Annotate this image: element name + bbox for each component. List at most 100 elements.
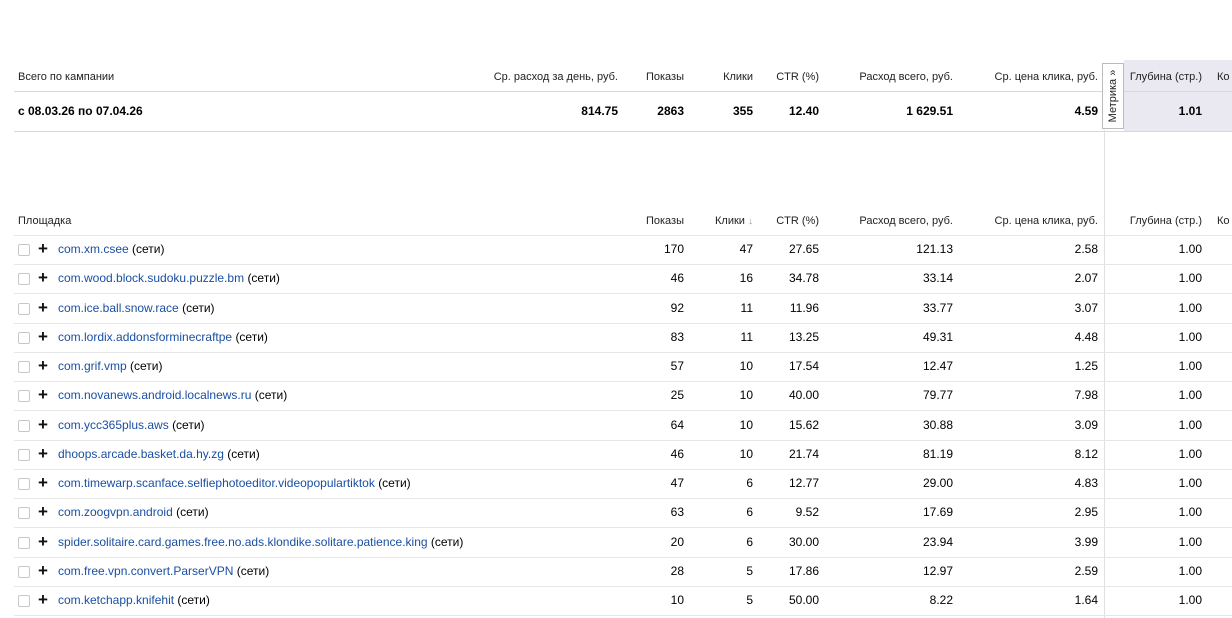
- summary-avg-cpc: 4.59: [1074, 104, 1098, 118]
- plus-icon[interactable]: +: [38, 385, 48, 405]
- row-checkbox[interactable]: [18, 390, 30, 403]
- network-suffix: (сети): [227, 446, 260, 461]
- cell-ctr: 15.62: [788, 417, 819, 432]
- summary-header-divider: [14, 91, 1232, 92]
- plus-icon[interactable]: +: [38, 415, 48, 435]
- network-suffix: (сети): [236, 563, 270, 578]
- metrika-toggle-button[interactable]: Метрика »: [1102, 63, 1124, 129]
- placement-link[interactable]: com.ycc365plus.aws: [58, 418, 169, 432]
- header-clicks-sorted[interactable]: Клики ↓: [715, 215, 753, 227]
- cell-clicks: 10: [739, 359, 753, 373]
- placement-link[interactable]: com.ice.ball.snow.race: [58, 301, 179, 315]
- network-suffix: (сети): [176, 505, 209, 520]
- header-ctr[interactable]: CTR (%): [776, 215, 819, 227]
- cell-total-spend: 12.47: [922, 359, 953, 373]
- cell-total-spend: 33.77: [922, 300, 953, 315]
- table-row: + com.lordix.addonsforminecraftpe (сети) 8…: [0, 323, 1232, 353]
- placement-link[interactable]: com.lordix.addonsforminecraftpe: [58, 330, 232, 344]
- placement-link[interactable]: com.timewarp.scanface.selfiephotoeditor.…: [58, 476, 375, 490]
- cell-depth: 1.00: [1178, 534, 1202, 549]
- row-checkbox[interactable]: [18, 448, 30, 461]
- table-row: + spider.solitaire.card.games.free.no.ads…: [0, 528, 1232, 558]
- plus-icon[interactable]: +: [38, 298, 48, 318]
- summary-header-avg-daily[interactable]: Ср. расход за день, руб.: [494, 71, 618, 83]
- plus-icon[interactable]: +: [38, 502, 48, 522]
- table-row: + com.ycc365plus.aws (сети) 64 10 15.62 30.88…: [0, 411, 1232, 441]
- header-conversions[interactable]: Ко: [1217, 215, 1230, 227]
- plus-icon[interactable]: +: [38, 444, 48, 464]
- header-depth[interactable]: Глубина (стр.): [1130, 215, 1202, 227]
- plus-icon[interactable]: +: [38, 327, 48, 347]
- cell-total-spend: 49.31: [922, 329, 953, 344]
- header-clicks-label: Клики: [715, 215, 745, 227]
- row-checkbox[interactable]: [18, 244, 30, 256]
- cell-clicks: 11: [740, 329, 753, 344]
- cell-total-spend: 33.14: [922, 271, 953, 286]
- summary-header-campaign: Всего по кампании: [18, 71, 115, 83]
- table-row: + com.grif.vmp (сети) 57 10 17.54 12.47 1.25 1.…: [0, 352, 1232, 382]
- network-suffix: (сети): [254, 388, 288, 403]
- summary-impressions: 2863: [657, 104, 684, 118]
- row-checkbox[interactable]: [18, 331, 30, 344]
- plus-icon[interactable]: +: [38, 239, 48, 259]
- summary-header-total-spend[interactable]: Расход всего, руб.: [859, 71, 953, 83]
- summary-header-impressions[interactable]: Показы: [646, 71, 684, 83]
- cell-avg-cpc: 2.95: [1074, 505, 1098, 520]
- placement-link[interactable]: com.ketchapp.knifehit: [58, 593, 174, 607]
- row-checkbox[interactable]: [18, 507, 30, 520]
- cell-depth: 1.00: [1178, 505, 1202, 520]
- summary-avg-daily: 814.75: [581, 104, 618, 118]
- cell-avg-cpc: 3.09: [1074, 417, 1098, 432]
- row-checkbox[interactable]: [18, 273, 30, 286]
- placement-link[interactable]: dhoops.arcade.basket.da.hy.zg: [58, 447, 224, 461]
- plus-icon[interactable]: +: [38, 590, 48, 610]
- cell-clicks: 10: [739, 446, 753, 461]
- row-checkbox[interactable]: [18, 419, 30, 432]
- summary-header-ctr[interactable]: CTR (%): [776, 71, 819, 83]
- placement-name: spider.solitaire.card.games.free.no.ads.…: [58, 535, 463, 549]
- row-checkbox[interactable]: [18, 361, 30, 373]
- plus-icon[interactable]: +: [38, 561, 48, 581]
- cell-clicks: 11: [740, 300, 753, 315]
- placement-link[interactable]: com.zoogvpn.android: [58, 505, 173, 519]
- header-avg-cpc[interactable]: Ср. цена клика, руб.: [995, 215, 1098, 227]
- cell-avg-cpc: 2.58: [1074, 242, 1098, 256]
- header-total-spend[interactable]: Расход всего, руб.: [859, 215, 953, 227]
- plus-icon[interactable]: +: [38, 532, 48, 552]
- cell-clicks: 6: [746, 505, 753, 520]
- placement-link[interactable]: com.wood.block.sudoku.puzzle.bm: [58, 271, 244, 285]
- cell-ctr: 17.54: [788, 359, 819, 373]
- cell-impressions: 46: [670, 271, 684, 286]
- cell-impressions: 28: [670, 563, 684, 578]
- summary-clicks: 355: [732, 104, 753, 118]
- cell-clicks: 6: [746, 476, 753, 490]
- plus-icon[interactable]: +: [38, 356, 48, 376]
- summary-header-avg-cpc[interactable]: Ср. цена клика, руб.: [995, 71, 1098, 83]
- header-impressions[interactable]: Показы: [646, 215, 684, 227]
- placement-link[interactable]: com.grif.vmp: [58, 359, 127, 373]
- placement-name: com.ycc365plus.aws (сети): [58, 418, 205, 432]
- plus-icon[interactable]: +: [38, 473, 48, 493]
- row-checkbox[interactable]: [18, 302, 30, 315]
- placement-name: com.free.vpn.convert.ParserVPN (сети): [58, 564, 269, 578]
- header-place[interactable]: Площадка: [18, 215, 71, 227]
- row-checkbox[interactable]: [18, 595, 30, 607]
- metrika-toggle-label: Метрика »: [1107, 69, 1119, 123]
- cell-avg-cpc: 3.07: [1074, 300, 1098, 315]
- cell-clicks: 5: [746, 593, 753, 607]
- summary-header-conversions[interactable]: Ко: [1217, 71, 1230, 83]
- row-checkbox[interactable]: [18, 536, 30, 549]
- cell-avg-cpc: 3.99: [1074, 534, 1098, 549]
- placement-link[interactable]: spider.solitaire.card.games.free.no.ads.…: [58, 535, 428, 549]
- placement-name: com.novanews.android.localnews.ru (сети): [58, 388, 287, 402]
- summary-header-clicks[interactable]: Клики: [723, 71, 753, 83]
- cell-depth: 1.00: [1178, 593, 1202, 607]
- placement-link[interactable]: com.novanews.android.localnews.ru: [58, 388, 251, 402]
- summary-header-depth[interactable]: Глубина (стр.): [1130, 71, 1202, 83]
- row-checkbox[interactable]: [18, 478, 30, 490]
- placement-link[interactable]: com.free.vpn.convert.ParserVPN: [58, 564, 233, 578]
- row-checkbox[interactable]: [18, 565, 30, 578]
- placement-link[interactable]: com.xm.csee: [58, 242, 129, 256]
- cell-impressions: 64: [670, 417, 684, 432]
- plus-icon[interactable]: +: [38, 268, 48, 288]
